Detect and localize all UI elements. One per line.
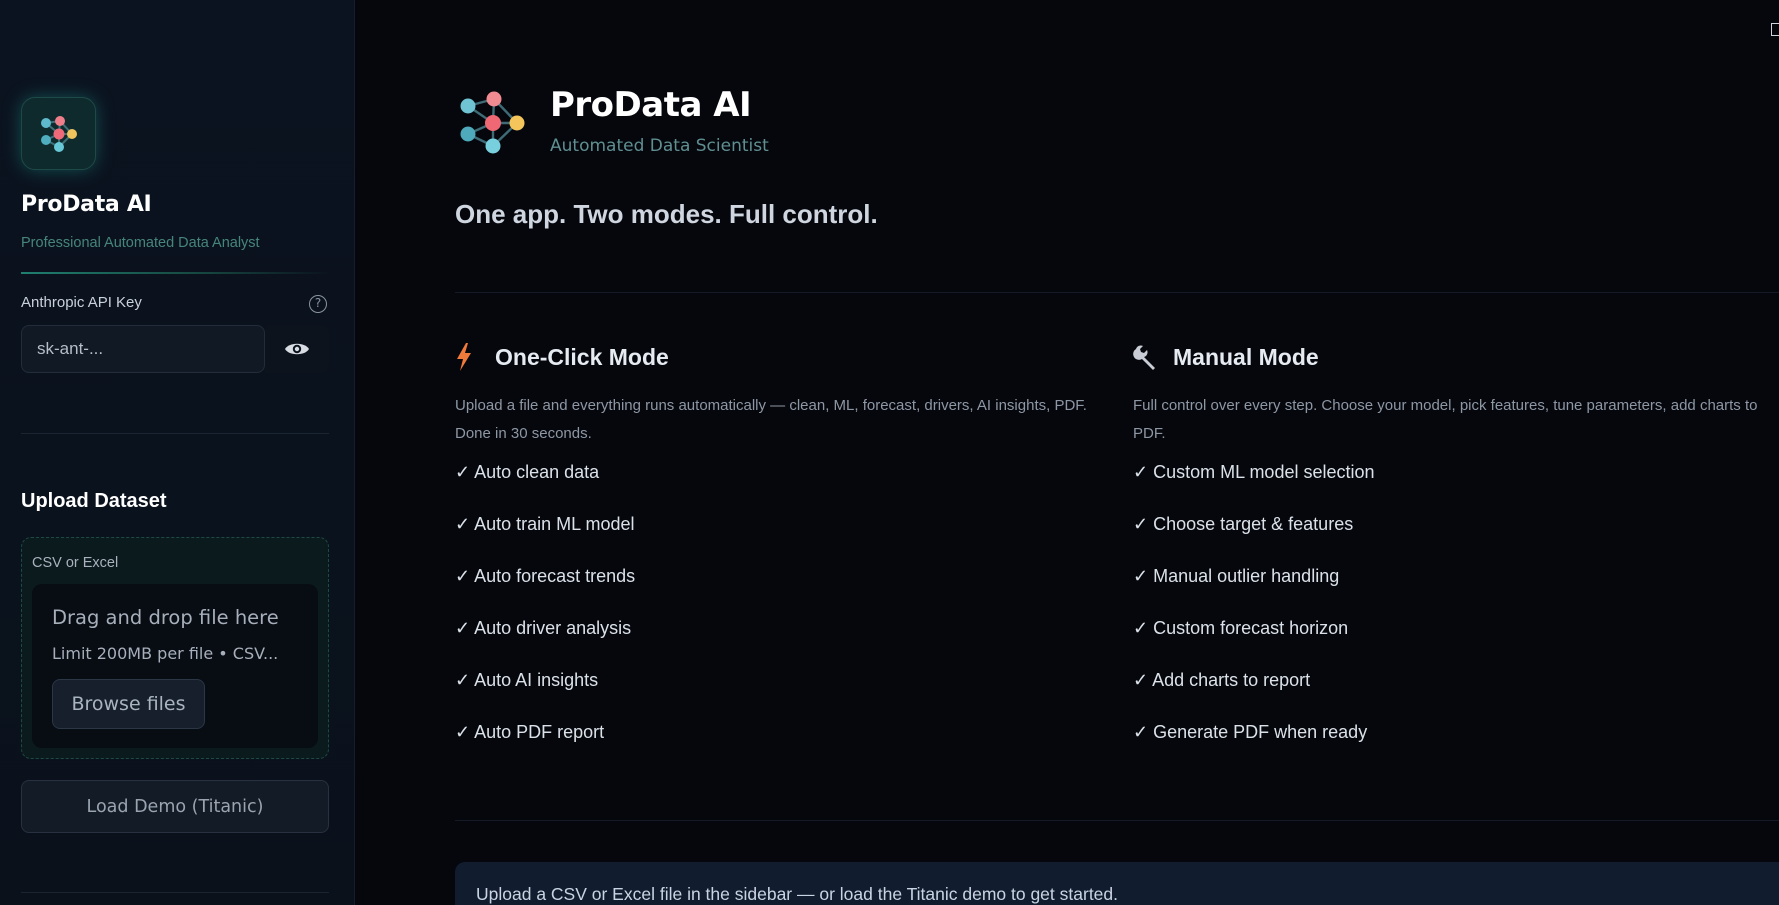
browse-files-button[interactable]: Browse files <box>52 679 205 729</box>
main-divider <box>455 292 1779 293</box>
app-root: ProData AI Professional Automated Data A… <box>0 0 1779 905</box>
info-notice: Upload a CSV or Excel file in the sideba… <box>455 862 1779 905</box>
lightning-icon <box>455 342 481 372</box>
feature-item: ✓ Custom forecast horizon <box>1133 618 1349 638</box>
feature-item: ✓ Auto driver analysis <box>455 618 632 638</box>
feature-item: ✓ Manual outlier handling <box>1133 566 1340 586</box>
mode-title: One-Click Mode <box>495 343 669 370</box>
load-demo-button[interactable]: Load Demo (Titanic) <box>21 780 329 833</box>
feature-list: ✓ Auto clean data ✓ Auto train ML model … <box>455 462 1115 774</box>
sidebar-logo <box>21 97 96 170</box>
main-divider <box>455 820 1779 821</box>
feature-item: ✓ Auto forecast trends <box>455 566 636 586</box>
upload-caption: CSV or Excel <box>32 555 119 571</box>
mode-header: One-Click Mode <box>455 338 1115 376</box>
network-graph-icon <box>460 91 525 154</box>
manual-mode-panel: Manual Mode Full control over every step… <box>1133 338 1779 774</box>
dropzone[interactable]: Drag and drop file here Limit 200MB per … <box>32 584 318 748</box>
sidebar-divider <box>21 272 329 274</box>
show-password-button[interactable] <box>265 325 329 373</box>
sidebar-subtitle: Professional Automated Data Analyst <box>21 235 260 251</box>
sidebar: ProData AI Professional Automated Data A… <box>0 0 355 905</box>
feature-list: ✓ Custom ML model selection ✓ Choose tar… <box>1133 462 1779 774</box>
wrench-icon <box>1133 342 1159 372</box>
upload-section-title: Upload Dataset <box>21 490 167 512</box>
window-control-icon[interactable] <box>1771 23 1779 36</box>
mode-description: Upload a file and everything runs automa… <box>455 397 1087 442</box>
feature-item: ✓ Choose target & features <box>1133 514 1354 534</box>
file-uploader: CSV or Excel Drag and drop file here Lim… <box>21 537 329 759</box>
dropzone-text: Drag and drop file here <box>52 606 279 629</box>
one-click-mode-panel: One-Click Mode Upload a file and everyth… <box>455 338 1115 774</box>
api-key-input[interactable] <box>21 325 265 373</box>
feature-item: ✓ Generate PDF when ready <box>1133 722 1368 742</box>
mode-header: Manual Mode <box>1133 338 1779 376</box>
info-notice-text: Upload a CSV or Excel file in the sideba… <box>476 884 1119 904</box>
feature-item: ✓ Auto clean data <box>455 462 600 482</box>
dropzone-limit: Limit 200MB per file • CSV... <box>52 644 279 663</box>
sidebar-divider <box>21 433 329 434</box>
eye-icon <box>285 343 309 355</box>
app-title: ProData AI <box>550 85 752 125</box>
feature-item: ✓ Auto PDF report <box>455 722 605 742</box>
feature-item: ✓ Auto AI insights <box>455 670 599 690</box>
feature-item: ✓ Custom ML model selection <box>1133 462 1375 482</box>
mode-title: Manual Mode <box>1173 343 1319 370</box>
feature-item: ✓ Add charts to report <box>1133 670 1311 690</box>
tagline: One app. Two modes. Full control. <box>455 199 878 229</box>
app-subtitle: Automated Data Scientist <box>550 136 769 156</box>
api-key-label: Anthropic API Key <box>21 294 142 311</box>
help-icon[interactable]: ? <box>309 295 327 313</box>
feature-item: ✓ Auto train ML model <box>455 514 635 534</box>
mode-description: Full control over every step. Choose you… <box>1133 397 1758 442</box>
sidebar-title: ProData AI <box>21 192 152 217</box>
sidebar-divider <box>21 892 329 893</box>
network-graph-icon <box>40 115 77 152</box>
